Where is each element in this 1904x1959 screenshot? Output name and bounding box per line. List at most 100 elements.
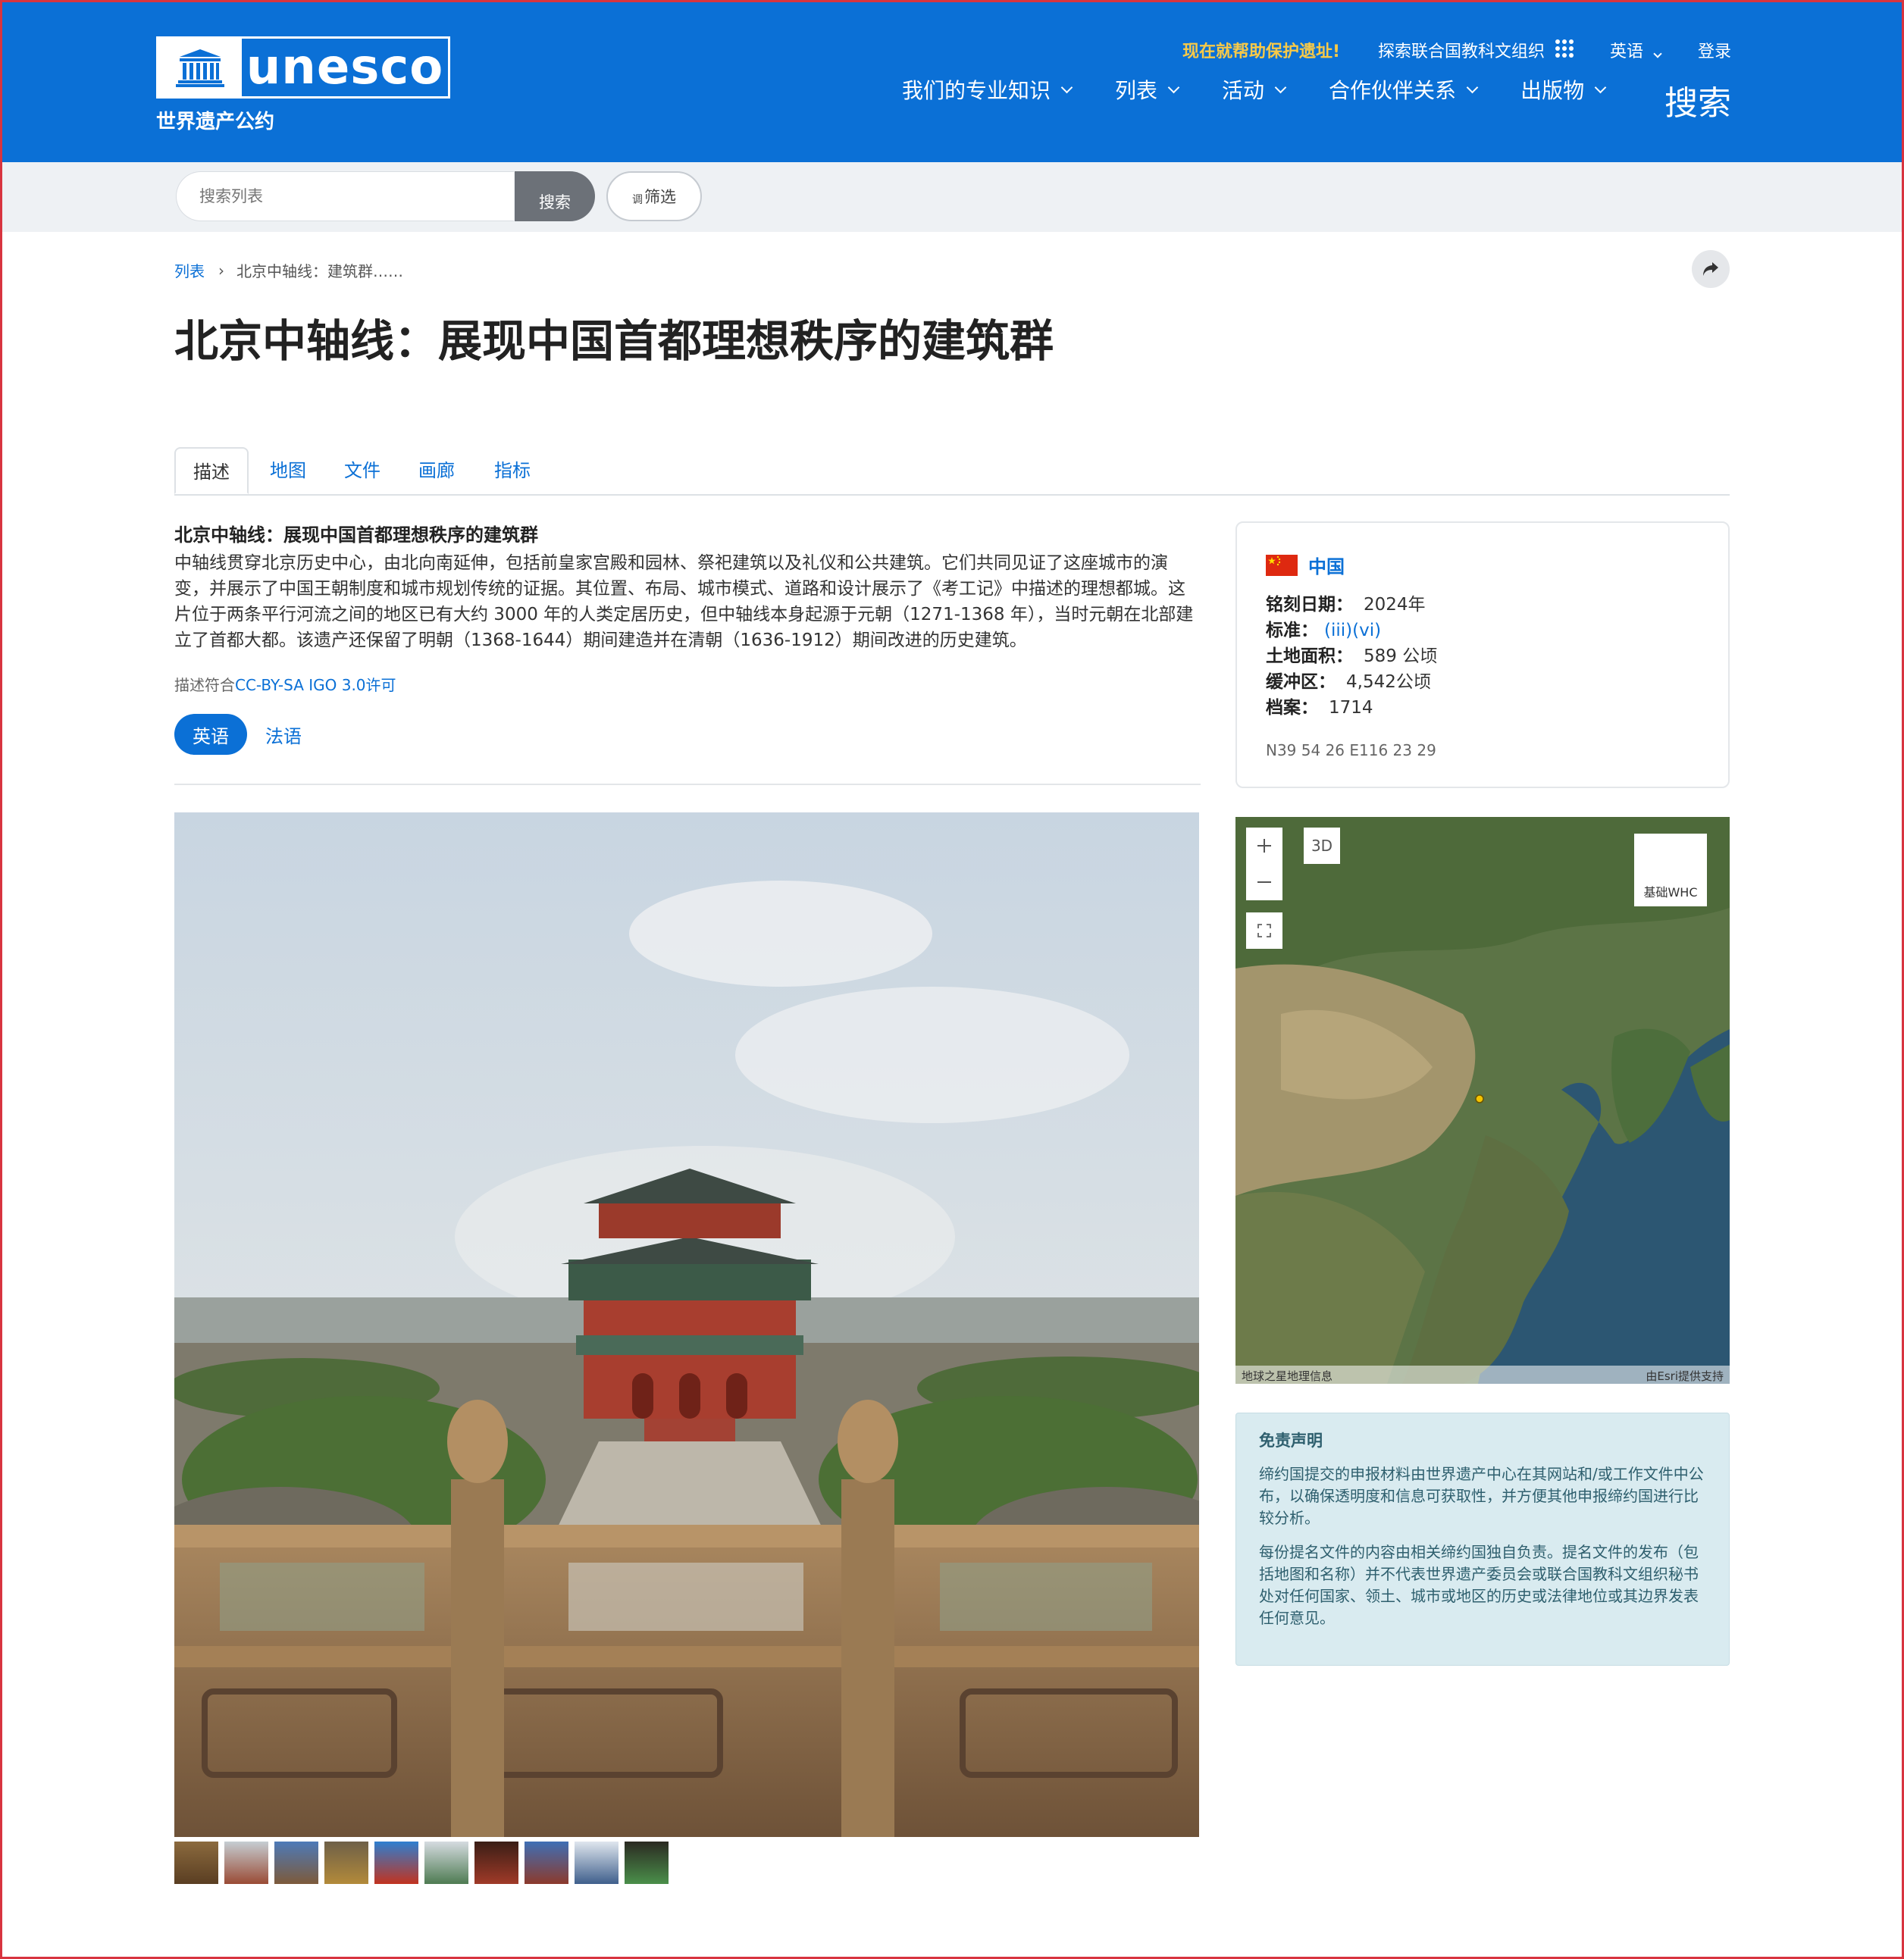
chevron-down-icon (1653, 49, 1662, 58)
license-note: 描述符合CC-BY-SA IGO 3.0许可 (174, 673, 396, 695)
photo-thumbnails (174, 1842, 675, 1884)
main-photo[interactable] (174, 812, 1199, 1837)
info-value: 4,542公顷 (1346, 672, 1431, 692)
share-icon (1703, 262, 1718, 276)
nav-activities[interactable]: 活动 (1222, 74, 1287, 105)
page-title: 北京中轴线：展现中国首都理想秩序的建筑群 (174, 315, 1054, 367)
chevron-down-icon (1594, 81, 1607, 93)
info-value: 589 公顷 (1364, 646, 1438, 666)
tab-gallery[interactable]: 画廊 (418, 447, 455, 494)
main-nav: 我们的专业知识 列表 活动 合作伙伴关系 出版物 (902, 74, 1649, 105)
info-label: 缓冲区： (1266, 672, 1336, 692)
thumbnail[interactable] (525, 1842, 568, 1884)
thumbnail[interactable] (424, 1842, 468, 1884)
zoom-in-button[interactable] (1246, 828, 1282, 864)
nav-label: 列表 (1115, 78, 1158, 103)
country-link[interactable]: 中国 (1308, 552, 1345, 578)
info-label: 土地面积： (1266, 646, 1353, 666)
search-bar: 搜索 调 筛选 (0, 162, 1904, 232)
info-value: 2024年 (1364, 595, 1426, 615)
tab-documents[interactable]: 文件 (344, 447, 380, 494)
login-link[interactable]: 登录 (1698, 38, 1731, 62)
thumbnail[interactable] (274, 1842, 318, 1884)
disclaimer-title: 免责声明 (1259, 1432, 1323, 1450)
tab-bar: 描述 地图 文件 画廊 指标 (174, 447, 1730, 496)
info-inscription-date: 铭刻日期： 2024年 (1266, 590, 1426, 615)
explore-unesco-link[interactable]: 探索联合国教科文组织 (1378, 38, 1545, 62)
language-selector[interactable]: 英语 (1610, 38, 1662, 62)
breadcrumb-home-link[interactable]: 列表 (174, 259, 205, 281)
nav-label: 我们的专业知识 (902, 78, 1051, 103)
info-label: 铭刻日期： (1266, 595, 1353, 615)
info-value: 1714 (1329, 698, 1373, 718)
china-flag-icon (1266, 555, 1298, 576)
search-input[interactable] (176, 171, 514, 221)
disclaimer-paragraph: 每份提名文件的内容由相关缔约国独自负责。提名文件的发布（包括地图和名称）并不代表… (1259, 1543, 1699, 1627)
breadcrumb-current: 北京中轴线：建筑群…… (236, 262, 403, 280)
filter-icon: 调 (632, 194, 643, 206)
criteria-link[interactable]: (iii)(vi) (1324, 621, 1381, 640)
map-attribution: 地球之星地理信息 由Esri提供支持 (1235, 1366, 1730, 1384)
info-buffer-zone: 缓冲区： 4,542公顷 (1266, 667, 1431, 693)
info-label: 标准： (1266, 621, 1318, 640)
license-link[interactable]: CC-BY-SA IGO 3.0许可 (235, 676, 396, 694)
share-button[interactable] (1692, 250, 1730, 288)
site-subtitle[interactable]: 世界遗产公约 (156, 106, 274, 134)
basemap-label: 基础WHC (1643, 885, 1698, 900)
breadcrumb-separator: › (218, 261, 224, 280)
coordinates: N39 54 26 E116 23 29 (1266, 741, 1436, 759)
tab-description[interactable]: 描述 (174, 447, 249, 494)
language-french-link[interactable]: 法语 (265, 721, 302, 748)
chevron-down-icon (1060, 81, 1073, 93)
thumbnail[interactable] (374, 1842, 418, 1884)
nav-list[interactable]: 列表 (1115, 74, 1180, 105)
nav-partnerships[interactable]: 合作伙伴关系 (1329, 74, 1479, 105)
search-button[interactable]: 搜索 (515, 171, 595, 221)
location-map[interactable]: 3D 基础WHC 地球之星地理信息 由Esri提供支持 (1235, 817, 1730, 1384)
basemap-toggle[interactable]: 基础WHC (1634, 834, 1707, 906)
nav-expertise[interactable]: 我们的专业知识 (902, 74, 1073, 105)
thumbnail[interactable] (575, 1842, 618, 1884)
chevron-down-icon (1167, 81, 1180, 93)
zoom-out-button[interactable] (1246, 864, 1282, 900)
thumbnail[interactable] (174, 1842, 218, 1884)
thumbnail[interactable] (324, 1842, 368, 1884)
divider (174, 784, 1201, 785)
header-search-link[interactable]: 搜索 (1664, 76, 1731, 124)
tab-indicators[interactable]: 指标 (494, 447, 531, 494)
thumbnail[interactable] (474, 1842, 518, 1884)
chevron-down-icon (1466, 81, 1479, 93)
site-info-card: 中国 铭刻日期： 2024年 标准： (iii)(vi) 土地面积： 589 公顷 缓… (1235, 521, 1730, 788)
nav-label: 活动 (1222, 78, 1265, 103)
info-criteria: 标准： (iii)(vi) (1266, 615, 1381, 641)
disclaimer-box: 免责声明 缔约国提交的申报材料由世界遗产中心在其网站和/或工作文件中公布，以确保… (1235, 1413, 1730, 1666)
unesco-logo[interactable]: unesco (156, 36, 450, 99)
tab-map[interactable]: 地图 (270, 447, 306, 494)
temple-emblem-icon (158, 39, 242, 96)
disclaimer-paragraph: 缔约国提交的申报材料由世界遗产中心在其网站和/或工作文件中公布，以确保透明度和信… (1259, 1465, 1704, 1527)
breadcrumb: 列表 › 北京中轴线：建筑群…… (174, 259, 403, 281)
info-label: 档案： (1266, 698, 1318, 718)
info-file: 档案： 1714 (1266, 693, 1373, 718)
language-english-button[interactable]: 英语 (174, 714, 247, 755)
map-3d-button[interactable]: 3D (1304, 828, 1340, 864)
nav-publications[interactable]: 出版物 (1520, 74, 1607, 105)
chevron-down-icon (1274, 81, 1287, 93)
thumbnail[interactable] (224, 1842, 268, 1884)
apps-grid-icon[interactable] (1555, 39, 1574, 58)
filter-button[interactable]: 调 筛选 (606, 171, 702, 221)
nav-label: 出版物 (1520, 78, 1585, 103)
description-text: 中轴线贯穿北京历史中心，由北向南延伸，包括前皇家宫殿和园林、祭祀建筑以及礼仪和公… (174, 553, 1194, 650)
minus-icon (1257, 881, 1271, 883)
logo-wordmark: unesco (246, 39, 444, 95)
license-prefix: 描述符合 (174, 676, 235, 694)
fullscreen-button[interactable] (1246, 912, 1282, 949)
info-land-area: 土地面积： 589 公顷 (1266, 641, 1437, 667)
map-attribution-right[interactable]: 由Esri提供支持 (1646, 1368, 1724, 1384)
nav-label: 合作伙伴关系 (1329, 78, 1457, 103)
plus-icon (1257, 839, 1271, 853)
help-protect-link[interactable]: 现在就帮助保护遗址! (1182, 38, 1340, 62)
thumbnail[interactable] (625, 1842, 669, 1884)
filter-label: 筛选 (644, 188, 676, 206)
description-heading: 北京中轴线：展现中国首都理想秩序的建筑群 (174, 524, 538, 546)
